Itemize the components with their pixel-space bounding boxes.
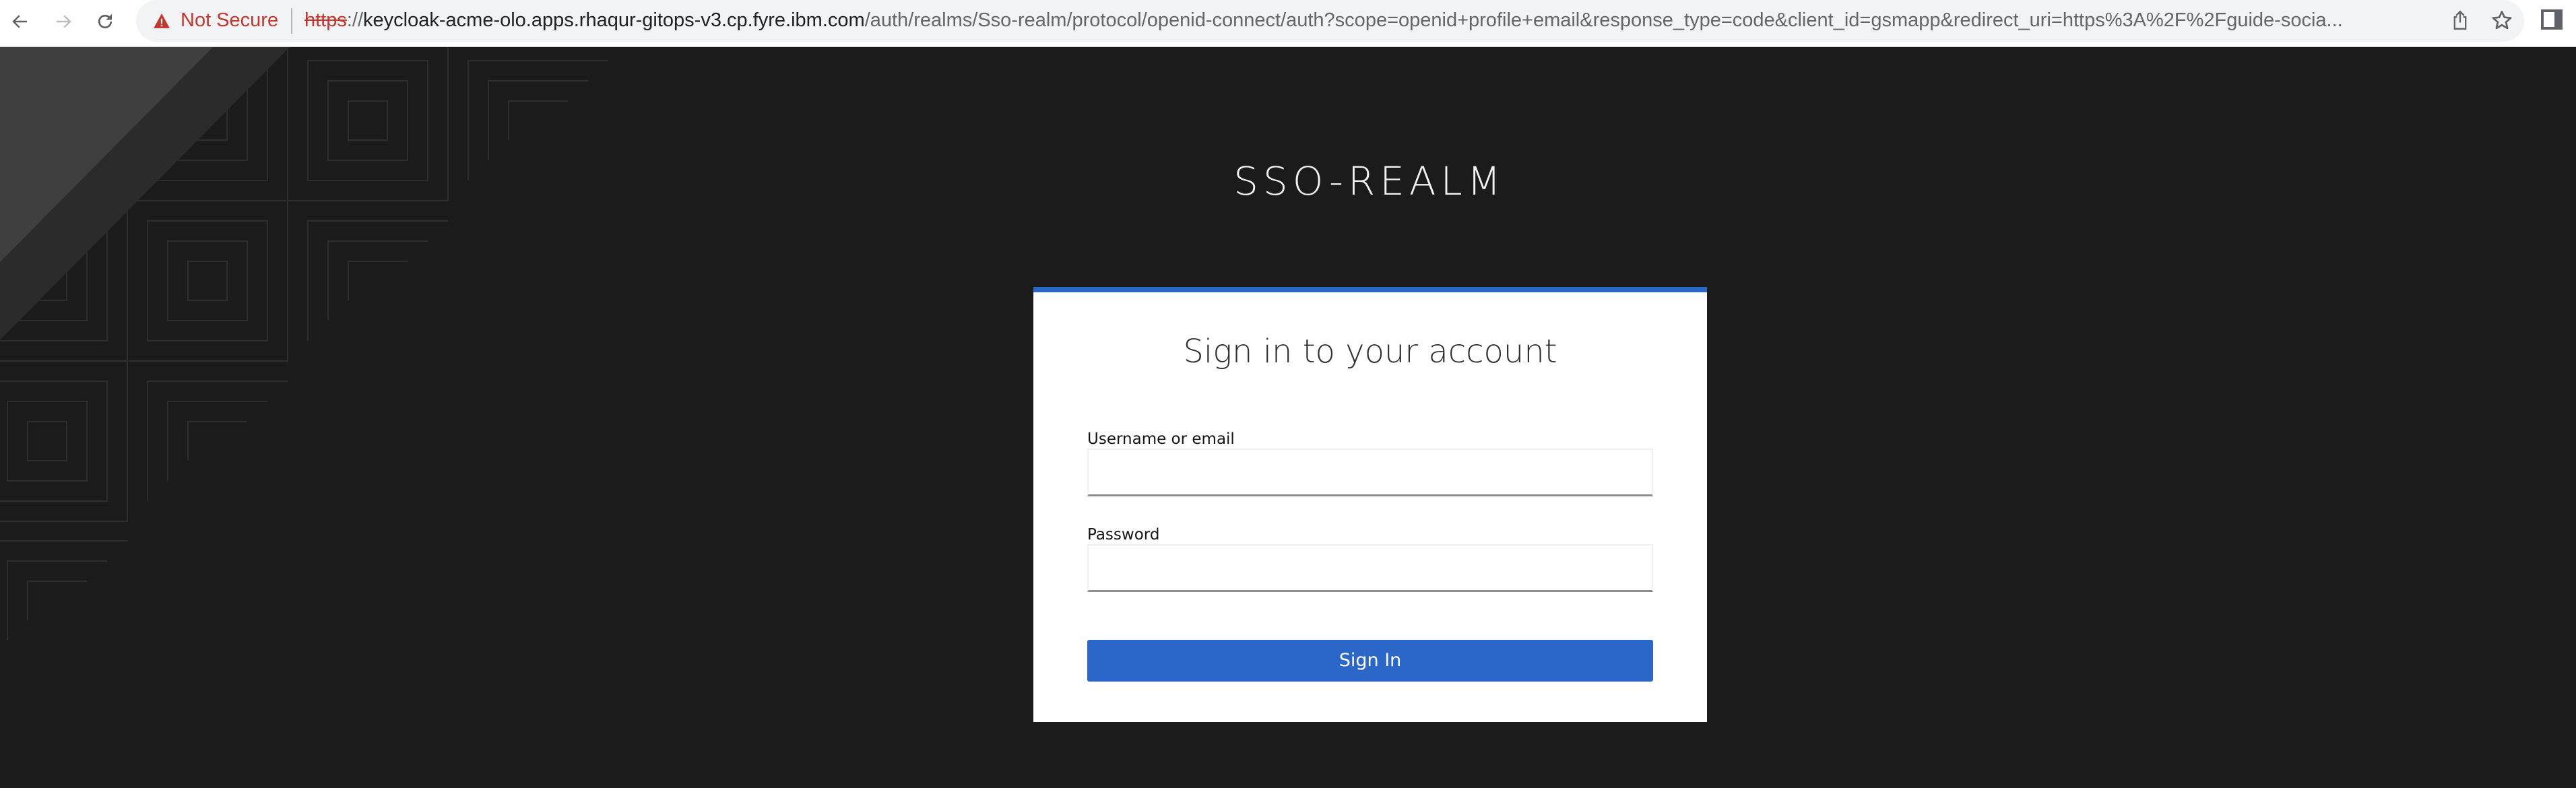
share-button[interactable] — [2445, 5, 2475, 35]
url-scheme: https — [304, 9, 347, 31]
url-text[interactable]: https://keycloak-acme-olo.apps.rhaqur-gi… — [304, 9, 2561, 31]
background-pattern — [0, 47, 608, 641]
pattern-nested-square — [187, 261, 228, 301]
password-input[interactable] — [1087, 544, 1653, 592]
password-label: Password — [1087, 526, 1160, 544]
username-input[interactable] — [1087, 449, 1653, 496]
sidebar-toggle-icon — [2541, 9, 2563, 30]
pattern-nested-square — [348, 100, 388, 141]
pattern-grid-cell — [0, 360, 128, 522]
pattern-nested-square — [167, 240, 248, 321]
username-label: Username or email — [1087, 430, 1235, 448]
bookmark-button[interactable] — [2487, 5, 2517, 35]
pattern-corner-line — [327, 240, 428, 321]
arrow-left-icon — [12, 15, 27, 28]
url-separator: :// — [346, 9, 364, 31]
pattern-corner-line — [0, 540, 127, 541]
pattern-nested-square — [27, 421, 67, 461]
pattern-corner-line — [348, 261, 408, 300]
pattern-corner-line — [508, 100, 568, 140]
browser-toolbar: Not Secure https://keycloak-acme-olo.app… — [0, 0, 2576, 47]
pattern-corner-line — [307, 220, 448, 341]
pattern-corner-line — [167, 401, 267, 481]
star-icon — [2492, 10, 2512, 30]
sign-in-button[interactable]: Sign In — [1087, 640, 1653, 682]
url-host: keycloak-acme-olo.apps.rhaqur-gitops-v3.… — [363, 9, 865, 31]
reload-icon — [98, 13, 112, 29]
warning-triangle-icon — [154, 13, 170, 28]
pattern-nested-square — [0, 381, 108, 502]
pattern-corner-line — [27, 581, 87, 620]
realm-title: SSO-REALM — [1233, 158, 1506, 204]
pattern-grid-cell — [127, 200, 288, 362]
pattern-corner-line — [187, 421, 247, 461]
back-button[interactable] — [5, 7, 35, 36]
pattern-nested-square — [327, 80, 408, 161]
pattern-nested-square — [7, 401, 88, 482]
address-bar[interactable]: Not Secure https://keycloak-acme-olo.app… — [136, 0, 2524, 42]
card-heading: Sign in to your account — [1183, 333, 1557, 370]
arrow-right-icon — [57, 15, 71, 28]
sidebar-toggle-button[interactable] — [2541, 9, 2563, 33]
pattern-nested-square — [147, 220, 268, 341]
omnibox-divider — [291, 8, 292, 34]
pattern-corner-line — [7, 560, 107, 641]
share-icon — [2453, 10, 2467, 30]
security-status-label[interactable]: Not Secure — [181, 9, 278, 31]
reload-button[interactable] — [90, 7, 120, 36]
forward-button[interactable] — [49, 7, 78, 36]
pattern-corner-line — [147, 381, 288, 501]
pattern-corner-line — [488, 80, 588, 160]
login-card: Sign in to your account Username or emai… — [1033, 287, 1707, 722]
url-path: /auth/realms/Sso-realm/protocol/openid-c… — [864, 9, 2343, 31]
